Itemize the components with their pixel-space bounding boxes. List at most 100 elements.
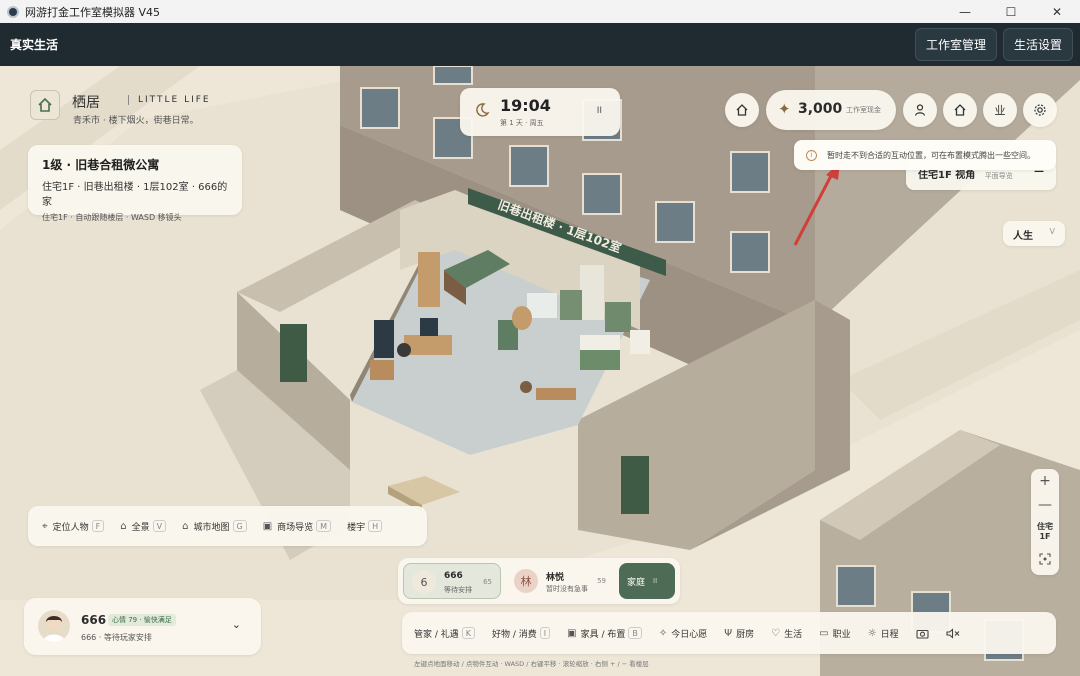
member-name: 林悦 [546,573,565,583]
career-button[interactable]: 业 [983,93,1017,127]
sparkle-icon: ✦ [778,100,791,118]
floor-view-sub: 平面导览 [984,172,1013,180]
camera-icon [916,629,929,639]
camera-navbar: ⌖ 定位人物 F ⌂ 全景 V ⌂ 城市地图 G ▣ 商场导览 M 楼宇 H [28,506,427,546]
family-button[interactable]: 家庭 II [619,563,675,599]
person-button[interactable] [903,93,937,127]
butler-label: 管家 / 礼遇 [414,629,459,640]
character-status: 666 · 等待玩家安排 [81,633,152,642]
game-clock: 19:04 第 1 天 · 周五 II [460,88,620,136]
clock-time: 19:04 [500,96,551,115]
life-button[interactable]: ♡ 生活 [771,627,802,640]
current-floor: 住宅 1F [1031,517,1059,547]
brand-subtitle: LITTLE LIFE [128,95,211,105]
focus-icon [1039,553,1051,565]
controls-hint: 左键点地面移动 / 点物件互动 · WASD / 右键平移 · 滚轮缩放 · 右… [414,660,649,668]
house-icon: ⌂ [120,520,127,532]
chevron-down-icon[interactable]: ⌄ [232,618,241,631]
mute-button[interactable] [946,627,960,639]
life-label: 生活 [784,629,803,640]
life-settings-button[interactable]: 生活设置 [1003,28,1074,61]
toast-message: 暂时走不到合适的互动位置，可在布置模式腾出一些空间。 [827,150,1035,160]
floor-up-button[interactable]: + [1031,469,1059,493]
shortcut-key: B [628,627,642,639]
character-card[interactable]: 666 心情 79 · 愉快满足 666 · 等待玩家安排 ⌄ [24,598,261,655]
member-name: 666 [444,571,463,581]
furniture-label: 家具 / 布置 [580,629,626,640]
roster-member-linyue[interactable]: 林 林悦 暂时没有急事 59 [506,563,614,599]
locate-character-button[interactable]: ⌖ 定位人物 F [42,520,105,533]
floor-view-label: 住宅1F 视角 [918,170,976,181]
window-titlebar: 网游打金工作室模拟器 V45 — ☐ ✕ [0,0,1080,23]
settings-button[interactable] [1023,93,1057,127]
life-dropdown-label: 人生 [1013,231,1033,242]
person-icon [914,104,926,116]
shop-icon: ▣ [567,627,577,639]
home-icon [736,104,748,116]
chevron-down-icon: V [1049,227,1055,236]
moon-icon [474,102,490,122]
brand-tagline: 青禾市 · 楼下烟火，街巷日常。 [73,116,199,126]
schedule-label: 日程 [880,629,899,640]
furniture-button[interactable]: ▣ 家具 / 布置 B [567,627,642,640]
character-name: 666 [81,613,107,627]
butler-button[interactable]: 管家 / 礼遇 K [414,627,476,640]
home-logo-icon[interactable] [30,90,60,120]
shopping-button[interactable]: 好物 / 消费 I [492,627,551,640]
house-button[interactable] [943,93,977,127]
target-icon: ⌖ [42,520,48,532]
panorama-button[interactable]: ⌂ 全景 V [120,520,167,533]
brand-title: 栖居 [72,95,100,111]
screenshot-button[interactable] [916,628,929,639]
mall-guide-label: 商场导览 [277,522,314,533]
kitchen-button[interactable]: Ψ 厨房 [724,627,754,640]
floor-down-button[interactable]: — [1031,493,1059,517]
member-status: 暂时没有急事 [546,585,588,593]
minimize-button[interactable]: — [942,0,988,23]
career-label: 职业 [832,629,851,640]
member-status: 等待安排 [444,586,472,594]
mood-badge: 心情 79 · 愉快满足 [108,614,176,626]
focus-button[interactable] [1031,547,1059,571]
panorama-label: 全景 [131,522,150,533]
floor-zoom-control: + — 住宅 1F [1031,469,1059,575]
app-header: 真实生活 工作室管理 生活设置 [0,23,1080,66]
maximize-button[interactable]: ☐ [988,0,1034,23]
home-view-button[interactable] [725,93,759,127]
location-card: 1级 · 旧巷合租微公寓 住宅1F · 旧巷出租楼 · 1层102室 · 666… [28,145,242,222]
sun-icon: ☼ [867,627,877,639]
warning-icon: i [806,149,817,161]
location-detail: 住宅1F · 旧巷出租楼 · 1层102室 · 666的家 [42,182,228,208]
cash-amount: 3,000 [798,101,843,117]
studio-management-button[interactable]: 工作室管理 [915,28,998,61]
roster-member-666[interactable]: 6 666 等待安排 65 [403,563,501,599]
floor-number-label: 1F [1039,532,1051,541]
window-controls: — ☐ ✕ [942,0,1080,23]
wish-button[interactable]: ✧ 今日心愿 [659,627,707,640]
career-action-button[interactable]: ▭ 职业 [819,627,850,640]
wish-label: 今日心愿 [671,629,708,640]
city-map-button[interactable]: ⌂ 城市地图 G [182,520,247,533]
floor-area-label: 住宅 [1037,522,1053,531]
building-label: 楼宇 [347,522,366,533]
schedule-button[interactable]: ☼ 日程 [868,627,899,640]
member-value: 59 [597,577,606,585]
city-map-label: 城市地图 [193,522,230,533]
house-icon [954,104,966,116]
shortcut-key: H [368,520,383,532]
shortcut-key: F [91,520,105,532]
mute-icon [946,627,959,639]
location-title: 1级 · 旧巷合租微公寓 [42,158,160,172]
studio-cash: ✦ 3,000 工作室现金 [766,90,896,130]
utensils-icon: Ψ [724,627,733,639]
household-roster: 6 666 等待安排 65 林 林悦 暂时没有急事 59 家庭 II [398,558,680,604]
pause-button[interactable]: II [597,106,602,116]
action-bar: 管家 / 礼遇 K 好物 / 消费 I ▣ 家具 / 布置 B ✧ 今日心愿 Ψ… [402,612,1056,654]
close-button[interactable]: ✕ [1034,0,1080,23]
mall-guide-button[interactable]: ▣ 商场导览 M [263,520,332,533]
building-button[interactable]: 楼宇 H [347,520,383,533]
member-value: 65 [483,578,492,586]
shortcut-key: K [461,627,476,639]
life-dropdown[interactable]: 人生 V [1003,221,1065,246]
heart-icon: ♡ [771,627,781,639]
